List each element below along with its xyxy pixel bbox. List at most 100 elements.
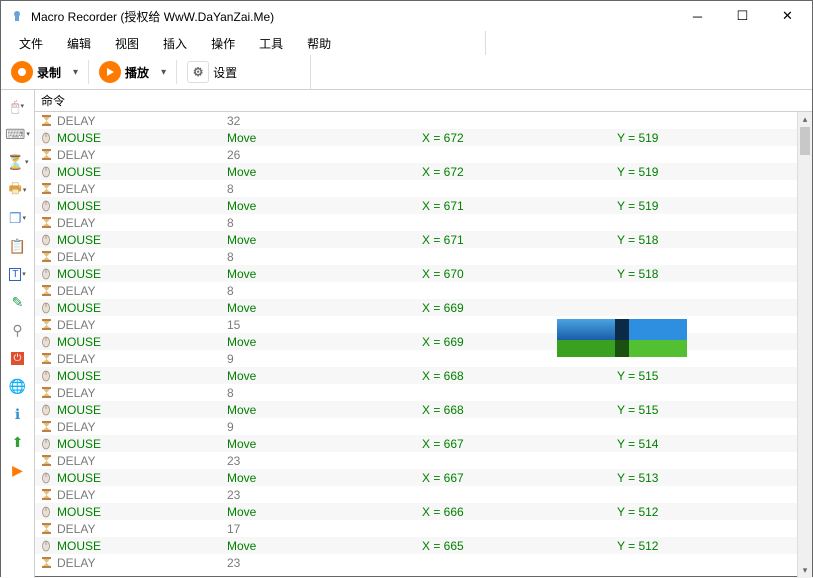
cmd-y: Y = 518 xyxy=(617,233,797,247)
mouse-icon xyxy=(37,402,55,417)
tool-print[interactable]: 🖶▾ xyxy=(4,178,32,202)
delay-row[interactable]: DELAY23 xyxy=(35,554,797,571)
cmd-value: Move xyxy=(227,471,422,485)
mouse-icon xyxy=(37,504,55,519)
record-icon xyxy=(11,61,33,83)
cmd-value: Move xyxy=(227,301,422,315)
cmd-value: 23 xyxy=(227,454,422,468)
mouse-row[interactable]: MOUSEMoveX = 667Y = 513 xyxy=(35,469,797,486)
tool-copy[interactable]: ❐▾ xyxy=(4,206,32,230)
mouse-row[interactable]: MOUSEMoveX = 667Y = 514 xyxy=(35,435,797,452)
mouse-row[interactable]: MOUSEMoveX = 668Y = 515 xyxy=(35,367,797,384)
tool-globe[interactable]: 🌐 xyxy=(4,374,32,398)
record-button[interactable]: 录制 xyxy=(7,59,65,85)
scroll-down[interactable]: ▾ xyxy=(798,563,812,578)
cmd-value: 23 xyxy=(227,488,422,502)
cmd-name: DELAY xyxy=(57,454,227,468)
cmd-name: MOUSE xyxy=(57,165,227,179)
mouse-icon xyxy=(37,334,55,349)
cmd-value: 26 xyxy=(227,148,422,162)
delay-row[interactable]: DELAY8 xyxy=(35,248,797,265)
mouse-row[interactable]: MOUSEMoveX = 672Y = 519 xyxy=(35,129,797,146)
delay-row[interactable]: DELAY23 xyxy=(35,452,797,469)
tool-delay[interactable]: ⏳▾ xyxy=(4,150,32,174)
tool-eyedropper[interactable]: ✎ xyxy=(4,290,32,314)
menu-view[interactable]: 视图 xyxy=(103,32,151,55)
delay-row[interactable]: DELAY32 xyxy=(35,112,797,129)
cmd-value: Move xyxy=(227,131,422,145)
mouse-row[interactable]: MOUSEMoveX = 672Y = 519 xyxy=(35,163,797,180)
delay-row[interactable]: DELAY8 xyxy=(35,384,797,401)
delay-row[interactable]: DELAY8 xyxy=(35,282,797,299)
menu-help[interactable]: 帮助 xyxy=(295,32,343,55)
delay-row[interactable]: DELAY26 xyxy=(35,146,797,163)
mouse-row[interactable]: MOUSEMoveX = 671Y = 518 xyxy=(35,231,797,248)
delay-row[interactable]: DELAY17 xyxy=(35,520,797,537)
mouse-row[interactable]: MOUSEMoveX = 671Y = 519 xyxy=(35,197,797,214)
tool-info[interactable]: ℹ xyxy=(4,402,32,426)
tool-mouse[interactable]: 🖱▾ xyxy=(4,94,32,118)
maximize-button[interactable]: ☐ xyxy=(720,2,765,30)
play-button[interactable]: 播放 xyxy=(95,59,153,85)
cmd-name: MOUSE xyxy=(57,471,227,485)
hourglass-icon xyxy=(37,113,55,128)
tool-text[interactable]: T▾ xyxy=(4,262,32,286)
delay-row[interactable]: DELAY23 xyxy=(35,486,797,503)
delay-row[interactable]: DELAY8 xyxy=(35,214,797,231)
cmd-x: X = 670 xyxy=(422,267,617,281)
cmd-name: DELAY xyxy=(57,182,227,196)
cmd-y: Y = 513 xyxy=(617,471,797,485)
column-header[interactable]: 命令 xyxy=(35,90,812,112)
mouse-icon xyxy=(37,198,55,213)
minimize-button[interactable]: ─ xyxy=(675,2,720,30)
mouse-row[interactable]: MOUSEMoveX = 668Y = 515 xyxy=(35,401,797,418)
mouse-row[interactable]: MOUSEMoveX = 665Y = 512 xyxy=(35,537,797,554)
mouse-icon xyxy=(37,130,55,145)
menu-file[interactable]: 文件 xyxy=(7,32,55,55)
tool-keyboard[interactable]: ⌨▾ xyxy=(4,122,32,146)
cmd-value: 23 xyxy=(227,556,422,570)
record-dropdown[interactable]: ▾ xyxy=(69,67,82,78)
cmd-name: DELAY xyxy=(57,250,227,264)
cmd-x: X = 668 xyxy=(422,369,617,383)
play-dropdown[interactable]: ▾ xyxy=(157,67,170,78)
gear-icon: ⚙ xyxy=(187,61,209,83)
cmd-y: Y = 512 xyxy=(617,539,797,553)
menu-tools[interactable]: 工具 xyxy=(247,32,295,55)
cmd-value: Move xyxy=(227,233,422,247)
scroll-up[interactable]: ▴ xyxy=(798,112,812,127)
delay-row[interactable]: DELAY8 xyxy=(35,180,797,197)
cmd-name: DELAY xyxy=(57,216,227,230)
cmd-value: 15 xyxy=(227,318,422,332)
cmd-name: DELAY xyxy=(57,420,227,434)
cmd-name: MOUSE xyxy=(57,267,227,281)
mouse-row[interactable]: MOUSEMoveX = 666Y = 512 xyxy=(35,503,797,520)
cmd-value: Move xyxy=(227,539,422,553)
tool-clipboard[interactable]: 📋 xyxy=(4,234,32,258)
scroll-thumb[interactable] xyxy=(800,127,810,155)
cmd-name: DELAY xyxy=(57,148,227,162)
cmd-value: 8 xyxy=(227,182,422,196)
menu-insert[interactable]: 插入 xyxy=(151,32,199,55)
scrollbar[interactable]: ▴ ▾ xyxy=(797,112,812,578)
cmd-value: Move xyxy=(227,199,422,213)
menu-edit[interactable]: 编辑 xyxy=(55,32,103,55)
mouse-row[interactable]: MOUSEMoveX = 669 xyxy=(35,299,797,316)
tool-wand[interactable]: ⚲ xyxy=(4,318,32,342)
menu-bar: 文件 编辑 视图 插入 操作 工具 帮助 xyxy=(1,31,486,55)
cmd-y: Y = 519 xyxy=(617,131,797,145)
cmd-value: Move xyxy=(227,437,422,451)
cmd-name: MOUSE xyxy=(57,437,227,451)
close-button[interactable]: ✕ xyxy=(765,2,810,30)
cmd-value: 8 xyxy=(227,250,422,264)
menu-action[interactable]: 操作 xyxy=(199,32,247,55)
delay-row[interactable]: DELAY9 xyxy=(35,418,797,435)
cmd-y: Y = 512 xyxy=(617,505,797,519)
cmd-x: X = 669 xyxy=(422,301,617,315)
tool-play-circle[interactable]: ▶ xyxy=(4,458,32,482)
tool-up[interactable]: ⬆ xyxy=(4,430,32,454)
settings-button[interactable]: ⚙ 设置 xyxy=(183,59,241,85)
mouse-row[interactable]: MOUSEMoveX = 670Y = 518 xyxy=(35,265,797,282)
cmd-value: Move xyxy=(227,369,422,383)
tool-power[interactable]: ⏻ xyxy=(4,346,32,370)
